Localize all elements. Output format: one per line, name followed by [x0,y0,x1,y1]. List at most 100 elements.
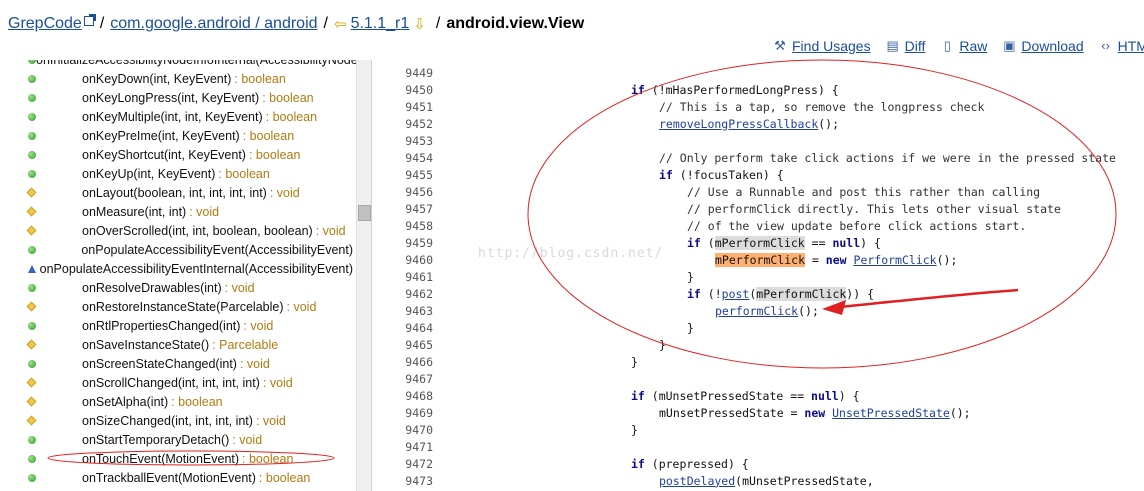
method-name[interactable]: onKeyUp(int, KeyEvent) [82,167,215,181]
method-name[interactable]: onResolveDrawables(int) [82,281,222,295]
method-return-type: : void [224,280,255,295]
method-list-item[interactable]: onSaveInstanceState(): Parcelable [0,335,356,354]
code-comment: // This is a tap, so remove the longpres… [659,99,985,114]
find-usages-button[interactable]: ⚒ Find Usages [772,38,870,54]
line-number: 9453 [405,133,433,148]
method-list-item[interactable]: onKeyMultiple(int, int, KeyEvent): boole… [0,107,356,126]
method-list-item[interactable]: onKeyDown(int, KeyEvent): boolean [0,69,356,88]
method-list-item[interactable]: onPopulateAccessibilityEventInternal(Acc… [0,259,356,278]
scrollbar-thumb[interactable] [358,205,371,221]
line-number: 9457 [405,201,433,216]
method-list-item[interactable]: onPopulateAccessibilityEvent(Accessibili… [0,240,356,259]
raw-button[interactable]: ▯ Raw [939,38,988,54]
method-list-item[interactable]: onKeyUp(int, KeyEvent): boolean [0,164,356,183]
method-name[interactable]: onKeyMultiple(int, int, KeyEvent) [82,110,263,124]
method-return-type: : boolean [248,147,301,162]
method-list-item[interactable]: onLayout(boolean, int, int, int, int): v… [0,183,356,202]
method-icon-slot [0,206,82,217]
method-name[interactable]: onStartTemporaryDetach() [82,433,229,447]
line-number: 9464 [405,320,433,335]
method-name[interactable]: onKeyShortcut(int, KeyEvent) [82,148,246,162]
line-number: 9462 [405,286,433,301]
code-link[interactable]: PerformClick [854,253,937,267]
method-name[interactable]: onKeyDown(int, KeyEvent) [82,72,231,86]
method-name[interactable]: onPopulateAccessibilityEventInternal(Acc… [40,262,353,276]
public-method-icon [28,169,36,178]
code-link[interactable]: performClick [715,304,798,318]
code-keyword: new [825,252,847,267]
method-name[interactable]: onOverScrolled(int, int, boolean, boolea… [82,224,313,238]
next-version-icon[interactable]: ⇩ [413,15,426,33]
method-name[interactable]: onInitializeAccessibilityNodeInfoInterna… [36,60,371,67]
method-icon-slot [0,187,82,198]
method-list-item[interactable]: onOverScrolled(int, int, boolean, boolea… [0,221,356,240]
method-list-item[interactable]: onScrollChanged(int, int, int, int): voi… [0,373,356,392]
previous-version-icon[interactable]: ⇦ [334,15,347,33]
method-icon-slot [0,396,82,407]
method-name[interactable]: onSaveInstanceState() [82,338,209,352]
external-link-icon[interactable] [83,14,96,26]
line-number: 9460 [405,252,433,267]
method-list-item[interactable]: onMeasure(int, int): void [0,202,356,221]
method-icon-slot [0,321,82,330]
code-text: // performClick directly. This lets othe… [687,202,1061,216]
method-name[interactable]: onScrollChanged(int, int, int, int) [82,376,260,390]
code-text: mPerformClick = new PerformClick(); [715,252,957,267]
code-token: ) { [860,235,881,250]
project-link[interactable]: com.google.android / android [110,15,317,33]
method-list-item[interactable]: onKeyShortcut(int, KeyEvent): boolean [0,145,356,164]
sidebar-scrollbar[interactable] [356,60,371,491]
method-name[interactable]: onRtlPropertiesChanged(int) [82,319,240,333]
method-list-item[interactable]: onScreenStateChanged(int): void [0,354,356,373]
diff-button[interactable]: ▤ Diff [885,38,925,54]
method-list-item[interactable]: onVisibilityChanged(View, int): void [0,487,356,491]
method-return-type: : boolean [234,71,286,86]
method-return-type: : void [189,204,220,219]
method-list-item[interactable]: onKeyLongPress(int, KeyEvent): boolean [0,88,356,107]
method-list-item[interactable]: onKeyPreIme(int, KeyEvent): boolean [0,126,356,145]
html-view-icon: ‹› [1101,38,1110,53]
method-list-item[interactable]: onSizeChanged(int, int, int, int): void [0,411,356,430]
method-return-type: : void [269,185,300,200]
html-view-button[interactable]: ‹› HTML V [1098,38,1144,54]
grepcode-link[interactable]: GrepCode [8,15,82,33]
code-link[interactable]: postDelayed [659,474,735,488]
method-list-item[interactable]: onInitializeAccessibilityNodeInfoInterna… [0,60,371,69]
method-list-item[interactable]: onSetAlpha(int): boolean [0,392,356,411]
method-name[interactable]: onScreenStateChanged(int) [82,357,237,371]
code-token: (prepressed) { [644,456,749,471]
method-name[interactable]: onKeyPreIme(int, KeyEvent) [82,129,240,143]
code-link[interactable]: UnsetPressedState [832,406,950,420]
method-name[interactable]: onTouchEvent(MotionEvent) [82,452,239,466]
source-code-view: 9449 9450 if (!mHasPerformedLongPress) {94… [373,60,1144,491]
method-list-item[interactable]: onTouchEvent(MotionEvent): boolean [0,449,356,468]
code-token: ) { [838,388,860,403]
version-link[interactable]: 5.1.1_r1 [351,15,410,33]
method-name[interactable]: onTrackballEvent(MotionEvent) [82,471,256,485]
method-list-item[interactable]: onStartTemporaryDetach(): void [0,430,356,449]
method-list-item[interactable]: onRestoreInstanceState(Parcelable): void [0,297,356,316]
line-number: 9458 [405,218,433,233]
method-name[interactable]: onPopulateAccessibilityEvent(Accessibili… [81,243,353,257]
code-text: if (!focusTaken) { [659,168,784,182]
method-name[interactable]: onKeyLongPress(int, KeyEvent) [82,91,259,105]
method-list-item[interactable]: onResolveDrawables(int): void [0,278,356,297]
method-icon-slot [0,225,82,236]
download-button[interactable]: ▣ Download [1001,38,1083,54]
method-icon-slot [0,112,82,121]
method-name[interactable]: onRestoreInstanceState(Parcelable) [82,300,284,314]
method-name[interactable]: onSetAlpha(int) [82,395,168,409]
method-name[interactable]: onMeasure(int, int) [82,205,186,219]
method-icon-slot [0,377,82,388]
code-link[interactable]: removeLongPressCallback [659,117,818,131]
method-name[interactable]: onLayout(boolean, int, int, int, int) [82,186,267,200]
line-number: 9456 [405,184,433,199]
method-list-item[interactable]: onTrackballEvent(MotionEvent): boolean [0,468,356,487]
code-text: // of the view update before click actio… [687,219,1026,233]
code-link[interactable]: post [722,287,750,301]
line-number: 9459 [405,235,433,250]
code-line: 9458 // of the view update before click a… [373,217,1144,234]
method-list-item[interactable]: onRtlPropertiesChanged(int): void [0,316,356,335]
method-name[interactable]: onSizeChanged(int, int, int, int) [82,414,253,428]
